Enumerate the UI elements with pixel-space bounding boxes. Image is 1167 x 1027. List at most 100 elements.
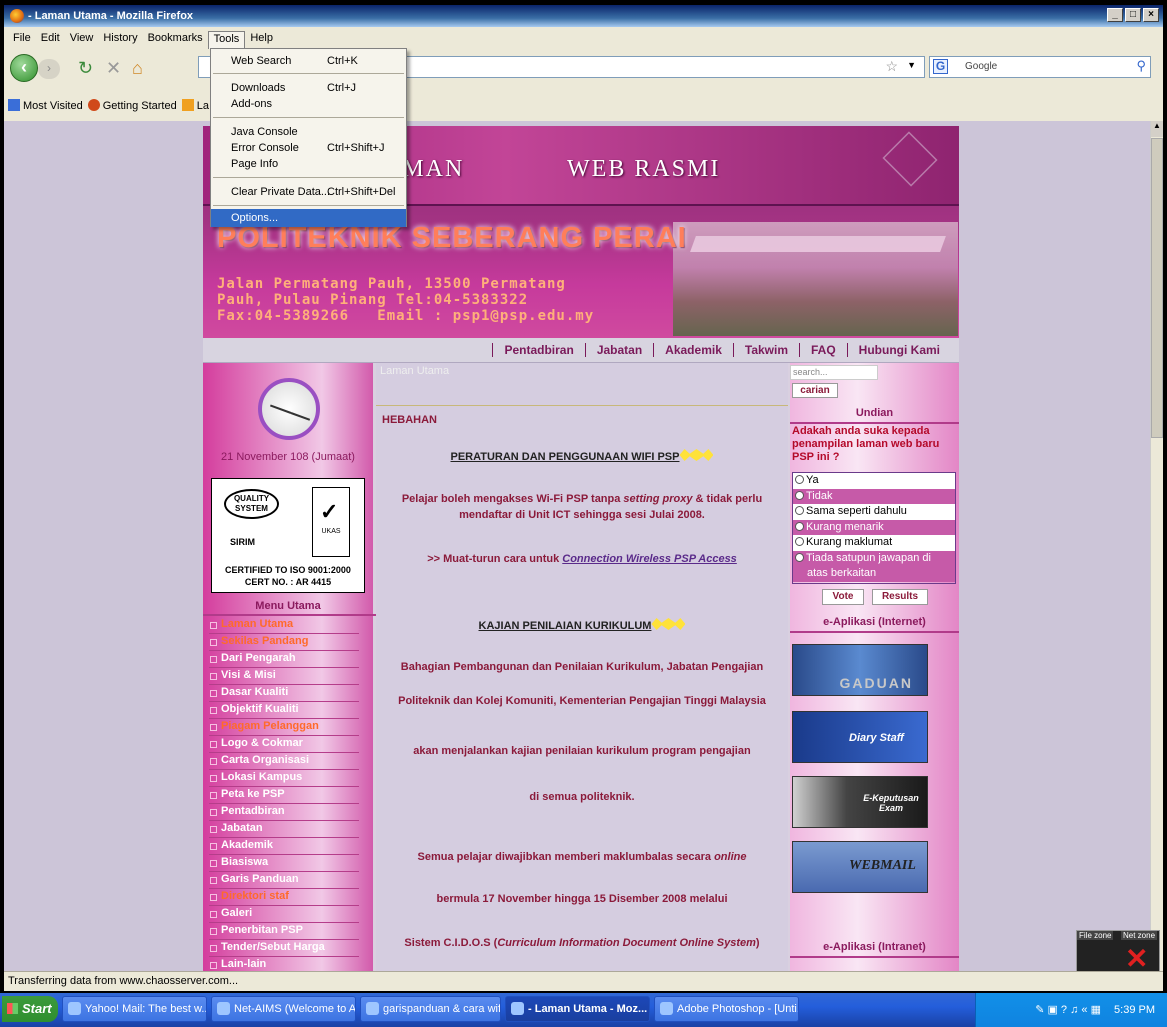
kajian-line-2: Politeknik dan Kolej Komuniti, Kementeri… [398,695,766,707]
bookmark-star-icon[interactable]: ☆ [885,58,898,75]
menu-item[interactable]: Lain-lain [209,957,359,971]
menu-edit[interactable]: Edit [36,31,65,49]
menu-bookmarks[interactable]: Bookmarks [143,31,208,49]
new-icon [651,618,686,630]
task-garispanduan[interactable]: garispanduan & cara wifi... [360,996,501,1022]
menu-item[interactable]: Carta Organisasi [209,753,359,770]
poll-option-tidak[interactable]: Tidak [793,488,955,504]
menu-item[interactable]: Sekilas Pandang [209,634,359,651]
menu-item[interactable]: Laman Utama [209,617,359,634]
vertical-scrollbar[interactable]: ▲ [1150,121,1163,971]
scroll-thumb[interactable] [1151,138,1163,438]
task-firefox[interactable]: - Laman Utama - Moz... [505,996,650,1022]
search-icon[interactable]: ⚲ [1136,58,1146,74]
poll-option-ya[interactable]: Ya [793,473,955,489]
wifi-paragraph-1: Pelajar boleh mengakses Wi-Fi PSP tanpa … [401,493,763,505]
menuitem-clear-private-data[interactable]: Clear Private Data... Ctrl+Shift+Del [211,183,406,201]
divider [790,631,959,633]
start-button[interactable]: Start [2,996,58,1022]
scroll-up-icon[interactable]: ▲ [1151,121,1163,137]
gaduan-banner[interactable]: GADUAN [792,644,928,696]
menu-item[interactable]: Penerbitan PSP [209,923,359,940]
poll-option-tiada[interactable]: Tiada satupun jawapan di [793,550,955,566]
rss-icon [181,98,194,111]
wifi-download-link[interactable]: Connection Wireless PSP Access [562,553,737,565]
menu-item[interactable]: Piagam Pelanggan [209,719,359,736]
menu-item[interactable]: Lokasi Kampus [209,770,359,787]
search-engine-name: Google [965,61,998,72]
wifi-title[interactable]: PERATURAN DAN PENGGUNAAN WIFI PSP [376,449,788,465]
poll-option-kurang-menarik[interactable]: Kurang menarik [793,519,955,535]
menu-item[interactable]: Direktori staf [209,889,359,906]
menu-item[interactable]: Galeri [209,906,359,923]
taskbar: Start Yahoo! Mail: The best w... Net-AIM… [0,993,1167,1027]
menu-item[interactable]: Dari Pengarah [209,651,359,668]
task-photoshop[interactable]: Adobe Photoshop - [Unti... [654,996,799,1022]
bookmark-most-visited[interactable]: Most Visited [8,98,83,112]
google-icon[interactable]: G [933,59,948,74]
close-icon[interactable]: ✕ [1125,945,1148,973]
menu-item[interactable]: Visi & Misi [209,668,359,685]
nav-takwim[interactable]: Takwim [732,343,799,357]
home-icon[interactable]: ⌂ [132,59,143,77]
webmail-banner[interactable]: WEBMAIL [792,841,928,893]
menu-item[interactable]: Jabatan [209,821,359,838]
menu-item[interactable]: Objektif Kualiti [209,702,359,719]
menu-history[interactable]: History [98,31,142,49]
window-titlebar: - Laman Utama - Mozilla Firefox _ □ × [4,5,1163,27]
menu-item[interactable]: Pentadbiran [209,804,359,821]
menu-item[interactable]: Logo & Cokmar [209,736,359,753]
task-yahoo-mail[interactable]: Yahoo! Mail: The best w... [62,996,207,1022]
menu-item[interactable]: Peta ke PSP [209,787,359,804]
diary-staff-banner[interactable]: Diary Staff [792,711,928,763]
poll-option-sama[interactable]: Sama seperti dahulu [793,504,955,520]
banner-title-right: WEB RASMI [567,156,721,182]
bookmark-getting-started[interactable]: Getting Started [87,98,177,112]
menu-file[interactable]: File [8,31,36,49]
search-box[interactable]: G Google ⚲ [929,56,1151,78]
stop-icon[interactable]: ✕ [106,59,121,77]
poll-question: Adakah anda suka kepada penampilan laman… [792,425,940,463]
menu-item[interactable]: Dasar Kualiti [209,685,359,702]
system-tray: ✎ ▣ ? ♫ « ▦ 5:39 PM [975,993,1167,1027]
menu-item[interactable]: Tender/Sebut Harga [209,940,359,957]
task-net-aims[interactable]: Net-AIMS (Welcome to A... [211,996,356,1022]
kajian-title[interactable]: KAJIAN PENILAIAN KURIKULUM [376,618,788,634]
tray-icons[interactable]: ✎ ▣ ? ♫ « ▦ [1035,1004,1101,1016]
menu-separator [213,205,404,206]
cert-line-1: CERTIFIED TO ISO 9001:2000 [225,565,351,575]
site-search-input[interactable]: search... [790,365,878,380]
vote-button[interactable]: Vote [822,589,864,605]
nav-akademik[interactable]: Akademik [653,343,733,357]
menu-help[interactable]: Help [245,31,278,49]
search-button[interactable]: carian [792,383,838,398]
reload-icon[interactable]: ↻ [78,59,93,77]
maximize-button[interactable]: □ [1125,8,1141,22]
menu-item[interactable]: Biasiswa [209,855,359,872]
bookmark-latest[interactable]: La [181,98,209,112]
menu-item[interactable]: Garis Panduan [209,872,359,889]
nav-jabatan[interactable]: Jabatan [584,343,653,357]
menu-item[interactable]: Akademik [209,838,359,855]
menu-view[interactable]: View [65,31,99,49]
menuitem-addons[interactable]: Add-ons [211,95,406,113]
menuitem-options[interactable]: Options... [211,209,406,227]
close-button[interactable]: × [1143,8,1159,22]
menuitem-page-info[interactable]: Page Info [211,155,406,173]
menuitem-web-search[interactable]: Web Search Ctrl+K [211,52,406,70]
menu-tools[interactable]: Tools [207,31,246,49]
nav-faq[interactable]: FAQ [799,343,847,357]
nav-pentadbiran[interactable]: Pentadbiran [492,343,584,357]
back-button[interactable]: ‹ [10,54,38,82]
page-viewport: AMAN WEB RASMI POLITEKNIK SEBERANG PERAI… [4,121,1150,971]
forward-button[interactable]: › [38,59,60,79]
firefox-bookmark-icon [87,98,100,111]
e-keputusan-banner[interactable]: E-Keputusan Exam [792,776,928,828]
results-button[interactable]: Results [872,589,928,605]
menu-utama-heading: Menu Utama [255,600,321,612]
poll-option-kurang-maklumat[interactable]: Kurang maklumat [793,535,955,551]
minimize-button[interactable]: _ [1107,8,1123,22]
poll-options: Ya Tidak Sama seperti dahulu Kurang mena… [792,472,956,584]
url-dropdown-icon[interactable]: ▼ [907,60,916,70]
nav-hubungi-kami[interactable]: Hubungi Kami [846,343,951,357]
